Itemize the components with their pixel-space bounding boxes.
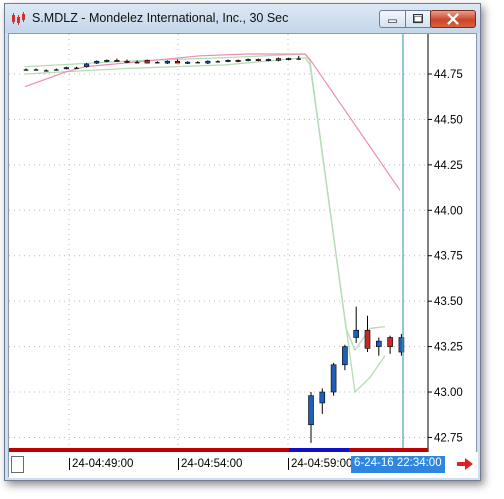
y-tick-label: 42.75 (434, 432, 463, 444)
moving-average-line (24, 53, 401, 191)
candle (225, 60, 231, 62)
candle (94, 60, 100, 64)
bollinger-lower-line (24, 56, 386, 394)
candle (114, 60, 120, 62)
price-chart[interactable]: 44.75 44.50 44.25 44.00 43.75 43.50 43.25 43.00… (9, 34, 478, 452)
candle (155, 62, 160, 64)
candle (319, 391, 326, 404)
title-bar[interactable]: S.MDLZ - Mondelez International, Inc., 3… (5, 4, 480, 33)
candle (43, 70, 49, 72)
candle (353, 329, 360, 338)
candle (185, 61, 191, 64)
candle (235, 60, 241, 62)
minimize-icon (388, 19, 397, 23)
minimize-button[interactable] (379, 10, 406, 28)
time-label: 24-04:49:00 (69, 458, 133, 470)
candle (330, 364, 337, 393)
window-title: S.MDLZ - Mondelez International, Inc., 3… (32, 11, 289, 25)
maximize-icon (413, 14, 423, 24)
candle (265, 59, 271, 61)
candlestick-chart-icon (12, 12, 25, 25)
candle (296, 58, 301, 60)
candle (387, 337, 393, 347)
scroll-handle[interactable] (11, 456, 24, 473)
time-label: 24-04:54:00 (178, 458, 242, 470)
y-tick-label: 43.50 (434, 296, 463, 308)
candle (195, 62, 200, 64)
candle (215, 61, 221, 63)
y-tick-label: 44.00 (434, 205, 463, 217)
time-label: 24-04:59:00 (288, 458, 352, 470)
candle (308, 395, 314, 426)
chart-window: S.MDLZ - Mondelez International, Inc., 3… (4, 3, 481, 481)
candle (342, 346, 348, 366)
y-tick-label: 44.25 (434, 160, 463, 172)
y-tick-label: 43.00 (434, 387, 463, 399)
candle (245, 59, 251, 61)
candle (164, 60, 170, 64)
close-icon (447, 13, 459, 25)
y-tick-label: 44.50 (434, 114, 463, 126)
time-axis: 24-04:49:00 24-04:54:00 24-04:59:00 6-24… (9, 452, 478, 478)
candle (174, 60, 181, 64)
maximize-button[interactable] (405, 10, 431, 28)
y-tick-label: 43.25 (434, 342, 463, 354)
candle (63, 67, 69, 70)
candle (255, 59, 261, 61)
bollinger-upper-line (24, 53, 386, 352)
candle (124, 60, 130, 63)
chart-area[interactable]: 44.75 44.50 44.25 44.00 43.75 43.50 43.25 43.00… (8, 33, 478, 478)
close-button[interactable] (430, 10, 476, 28)
candle (205, 60, 211, 64)
scroll-right-arrow-icon[interactable] (456, 457, 474, 471)
candle (134, 62, 140, 64)
candle (74, 67, 79, 69)
candle (104, 60, 110, 62)
cursor-time-label: 6-24-16 22:34:00 (351, 456, 445, 473)
candle (375, 340, 382, 347)
y-tick-label: 44.75 (434, 69, 463, 81)
candle (23, 69, 29, 71)
candle (286, 58, 292, 61)
candle (33, 69, 39, 71)
candle (54, 69, 59, 71)
candle (144, 60, 150, 64)
y-tick-label: 43.75 (434, 251, 463, 263)
candle (84, 63, 90, 68)
candle (364, 329, 371, 349)
candle (275, 58, 282, 61)
